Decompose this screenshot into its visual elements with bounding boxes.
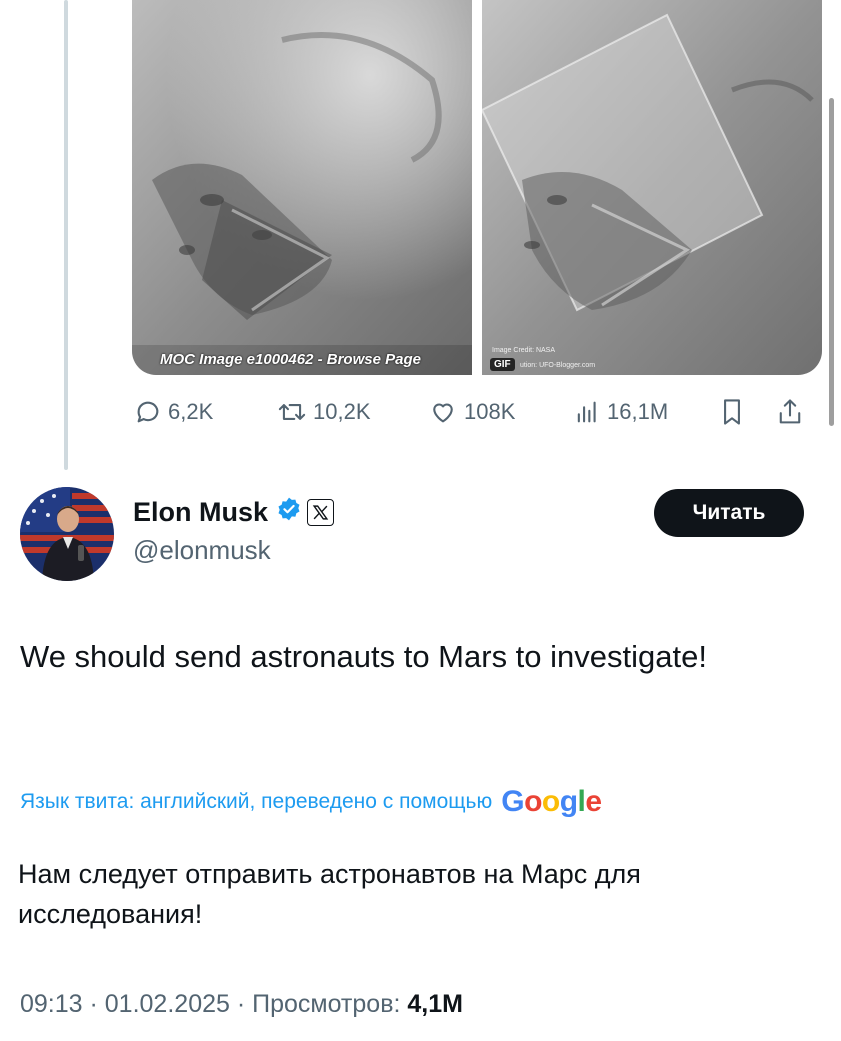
views-count: 16,1M <box>607 399 669 424</box>
mars-image-right[interactable]: Image Credit: NASA ution: UFO-Blogger.co… <box>482 0 822 375</box>
views-button[interactable]: 16,1M <box>573 398 718 426</box>
follow-button[interactable]: Читать <box>654 489 804 537</box>
translation-label[interactable]: Язык твита: английский, переведено с пом… <box>20 790 492 814</box>
translation-row[interactable]: Язык твита: английский, переведено с пом… <box>20 785 602 819</box>
views-icon <box>573 398 601 426</box>
like-button[interactable]: 108K <box>428 398 573 426</box>
tweet-actions-bar: 6,2K 10,2K 108K 16,1M <box>134 392 824 432</box>
repost-icon <box>277 398 307 426</box>
like-count: 108K <box>464 399 516 424</box>
image-attribution: ution: UFO-Blogger.com <box>520 362 596 369</box>
gif-badge: GIF <box>490 358 515 371</box>
author-name[interactable]: Elon Musk <box>133 497 268 528</box>
reply-icon <box>134 398 162 426</box>
translated-text: Нам следует отправить астронавтов на Мар… <box>18 859 641 929</box>
heart-icon <box>428 398 458 426</box>
reply-button[interactable]: 6,2K <box>134 398 277 426</box>
tweet-text: We should send astronauts to Mars to inv… <box>20 639 707 674</box>
media-grid[interactable]: MOC Image e1000462 - Browse Page Image C… <box>132 0 822 375</box>
bookmark-button[interactable] <box>718 397 776 427</box>
repost-button[interactable]: 10,2K <box>277 398 428 426</box>
bookmark-icon <box>718 397 746 427</box>
image-credit: Image Credit: NASA <box>492 347 556 354</box>
author-name-row[interactable]: Elon Musk <box>133 496 335 529</box>
mars-image-left[interactable]: MOC Image e1000462 - Browse Page <box>132 0 472 375</box>
author-handle[interactable]: @elonmusk <box>133 535 271 566</box>
repost-count: 10,2K <box>313 399 371 424</box>
timestamp[interactable]: 09:13 · 01.02.2025 · Просмотров: <box>20 990 407 1018</box>
reply-count: 6,2K <box>168 399 214 424</box>
avatar[interactable] <box>20 487 114 581</box>
verified-badge-icon <box>276 496 302 529</box>
thread-connector-line <box>64 0 68 470</box>
scrollbar[interactable] <box>829 98 834 426</box>
tweet-meta: 09:13 · 01.02.2025 · Просмотров: 4,1M <box>20 990 463 1019</box>
image-caption: MOC Image e1000462 - Browse Page <box>160 351 421 368</box>
share-icon <box>776 397 804 427</box>
view-count: 4,1M <box>407 990 463 1018</box>
google-logo: Google <box>501 785 602 818</box>
x-affiliate-icon <box>307 499 335 526</box>
share-button[interactable] <box>776 397 816 427</box>
